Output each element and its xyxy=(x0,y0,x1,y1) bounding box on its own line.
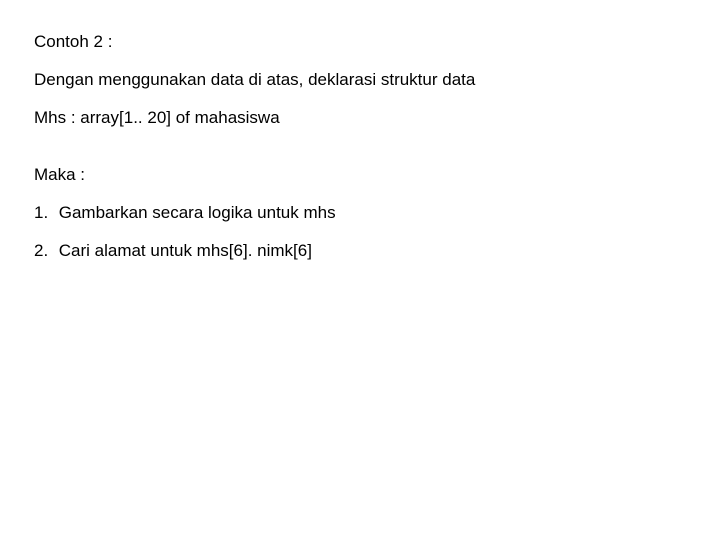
paragraph-maka: Maka : xyxy=(34,163,720,187)
list-item: 2. Cari alamat untuk mhs[6]. nimk[6] xyxy=(34,239,720,263)
list-number: 2. xyxy=(34,239,54,263)
paragraph-intro: Dengan menggunakan data di atas, deklara… xyxy=(34,68,720,92)
heading-example-2: Contoh 2 : xyxy=(34,30,720,54)
list-text: Cari alamat untuk mhs[6]. nimk[6] xyxy=(59,241,312,260)
list-item: 1. Gambarkan secara logika untuk mhs xyxy=(34,201,720,225)
document-page: Contoh 2 : Dengan menggunakan data di at… xyxy=(0,0,720,263)
list-text: Gambarkan secara logika untuk mhs xyxy=(59,203,336,222)
list-number: 1. xyxy=(34,201,54,225)
paragraph-declaration: Mhs : array[1.. 20] of mahasiswa xyxy=(34,106,720,130)
ordered-list: 1. Gambarkan secara logika untuk mhs 2. … xyxy=(34,201,720,263)
spacer xyxy=(34,143,720,163)
